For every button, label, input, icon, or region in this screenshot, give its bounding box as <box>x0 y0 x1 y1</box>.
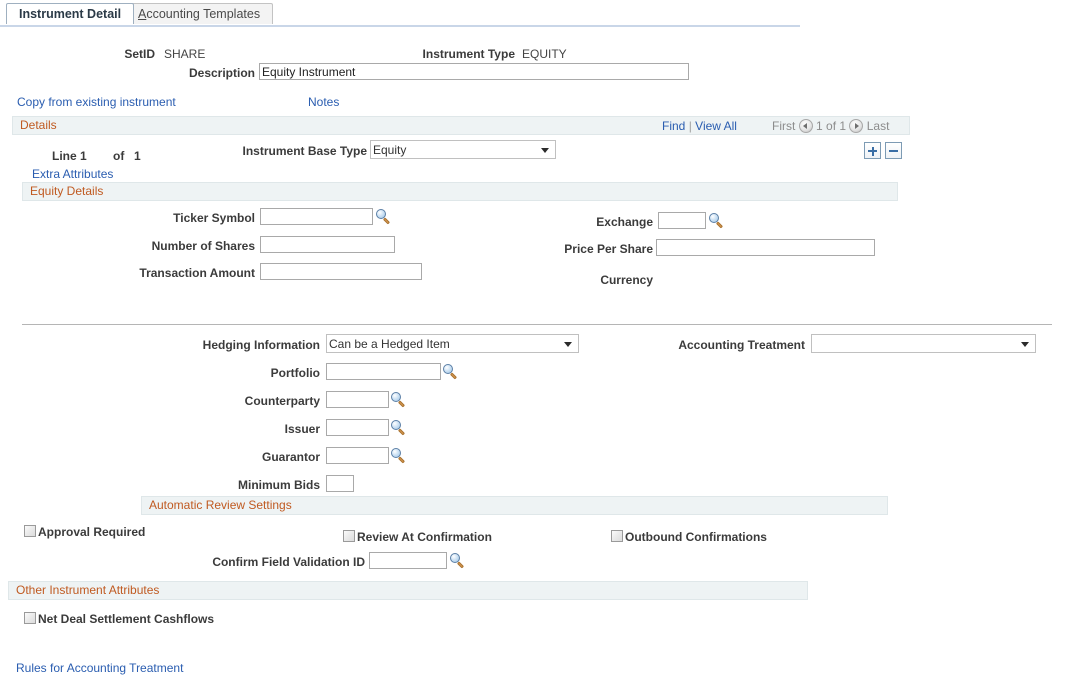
prev-arrow-icon[interactable] <box>798 119 813 133</box>
review-at-confirmation-label[interactable]: Review At Confirmation <box>357 530 492 544</box>
confirm-field-validation-lookup-magnifier-icon[interactable] <box>450 553 466 569</box>
tab-accounting-templates-label: ccounting Templates <box>146 7 261 21</box>
line-of-value: 1 <box>134 149 141 163</box>
outbound-confirmations-label[interactable]: Outbound Confirmations <box>625 530 767 544</box>
approval-required-label[interactable]: Approval Required <box>38 525 145 539</box>
issuer-label: Issuer <box>284 422 320 436</box>
row-pager: First 1 of 1 Last <box>772 119 889 133</box>
exchange-label: Exchange <box>596 215 653 229</box>
tab-accounting-templates[interactable]: Accounting Templates <box>125 3 274 24</box>
rules-for-accounting-treatment-link[interactable]: Rules for Accounting Treatment <box>16 661 183 675</box>
details-section-title: Details <box>20 118 57 132</box>
net-deal-settlement-cashflows-label[interactable]: Net Deal Settlement Cashflows <box>38 612 214 626</box>
tab-instrument-detail[interactable]: Instrument Detail <box>6 3 135 24</box>
guarantor-label: Guarantor <box>261 450 320 464</box>
extra-attributes-link[interactable]: Extra Attributes <box>32 167 113 181</box>
setid-label: SetID <box>124 47 155 61</box>
ticker-symbol-label: Ticker Symbol <box>173 211 255 225</box>
equity-details-section-title: Equity Details <box>30 184 104 198</box>
ticker-symbol-input[interactable] <box>260 208 373 225</box>
section-divider <box>22 324 1052 325</box>
view-all-link[interactable]: View All <box>695 119 737 133</box>
delete-row-button[interactable] <box>885 142 902 159</box>
accounting-treatment-dropdown-wrap <box>811 334 1036 353</box>
outbound-confirmations-checkbox[interactable] <box>611 530 623 542</box>
net-deal-settlement-cashflows-checkbox[interactable] <box>24 612 36 624</box>
currency-label: Currency <box>600 273 653 287</box>
minimum-bids-input[interactable] <box>326 475 354 492</box>
first-page-link[interactable]: First <box>772 119 795 133</box>
instrument-type-value: EQUITY <box>522 47 567 61</box>
other-instrument-attributes-section-header: Other Instrument Attributes <box>8 581 808 600</box>
hedging-information-dropdown-wrap: Can be a Hedged Item <box>326 334 579 353</box>
portfolio-label: Portfolio <box>270 366 320 380</box>
ticker-symbol-lookup-magnifier-icon[interactable] <box>376 209 392 225</box>
price-per-share-label: Price Per Share <box>564 242 653 256</box>
hedging-information-dropdown[interactable]: Can be a Hedged Item <box>326 334 579 353</box>
number-of-shares-input[interactable] <box>260 236 395 253</box>
price-per-share-input[interactable] <box>656 239 875 256</box>
tab-instrument-detail-label: Instrument Detail <box>19 7 122 21</box>
nav-separator: | <box>688 119 692 133</box>
confirm-field-validation-id-input[interactable] <box>369 552 447 569</box>
tab-strip: Instrument Detail Accounting Templates <box>0 0 1074 27</box>
automatic-review-section-title: Automatic Review Settings <box>149 498 292 512</box>
copy-from-existing-instrument-link[interactable]: Copy from existing instrument <box>17 95 176 109</box>
equity-details-section-header: Equity Details <box>22 182 898 201</box>
next-arrow-icon[interactable] <box>849 119 864 133</box>
instrument-base-type-dropdown-wrap: Equity <box>370 140 556 159</box>
portfolio-lookup-magnifier-icon[interactable] <box>443 364 459 380</box>
guarantor-input[interactable] <box>326 447 389 464</box>
last-page-link[interactable]: Last <box>867 119 890 133</box>
hedging-information-label: Hedging Information <box>202 338 320 352</box>
confirm-field-validation-id-label: Confirm Field Validation ID <box>212 555 365 569</box>
counterparty-input[interactable] <box>326 391 389 408</box>
minimum-bids-label: Minimum Bids <box>237 478 320 492</box>
instrument-base-type-label: Instrument Base Type <box>242 144 367 158</box>
accounting-treatment-label: Accounting Treatment <box>678 338 805 352</box>
review-at-confirmation-checkbox[interactable] <box>343 530 355 542</box>
exchange-lookup-magnifier-icon[interactable] <box>709 213 725 229</box>
transaction-amount-label: Transaction Amount <box>139 266 255 280</box>
transaction-amount-input[interactable] <box>260 263 422 280</box>
counterparty-lookup-magnifier-icon[interactable] <box>391 392 407 408</box>
issuer-input[interactable] <box>326 419 389 436</box>
row-position-label: 1 of 1 <box>816 119 847 133</box>
exchange-input[interactable] <box>658 212 706 229</box>
grid-navigation: Find | View All <box>662 119 737 133</box>
instrument-type-label: Instrument Type <box>422 47 515 61</box>
line-label: Line <box>52 149 77 163</box>
add-row-button[interactable] <box>864 142 881 159</box>
accounting-treatment-dropdown[interactable] <box>811 334 1036 353</box>
instrument-base-type-dropdown[interactable]: Equity <box>370 140 556 159</box>
guarantor-lookup-magnifier-icon[interactable] <box>391 448 407 464</box>
number-of-shares-label: Number of Shares <box>151 239 255 253</box>
find-link[interactable]: Find <box>662 119 685 133</box>
description-input[interactable] <box>259 63 689 80</box>
other-instrument-attributes-section-title: Other Instrument Attributes <box>16 583 160 597</box>
line-value: 1 <box>80 149 87 163</box>
notes-link[interactable]: Notes <box>308 95 339 109</box>
description-label: Description <box>188 66 255 80</box>
counterparty-label: Counterparty <box>244 394 320 408</box>
approval-required-checkbox[interactable] <box>24 525 36 537</box>
automatic-review-section-header: Automatic Review Settings <box>141 496 888 515</box>
issuer-lookup-magnifier-icon[interactable] <box>391 420 407 436</box>
portfolio-input[interactable] <box>326 363 441 380</box>
line-of-label: of <box>113 149 125 163</box>
setid-value: SHARE <box>164 47 206 61</box>
tab-strip-underline <box>0 25 800 27</box>
